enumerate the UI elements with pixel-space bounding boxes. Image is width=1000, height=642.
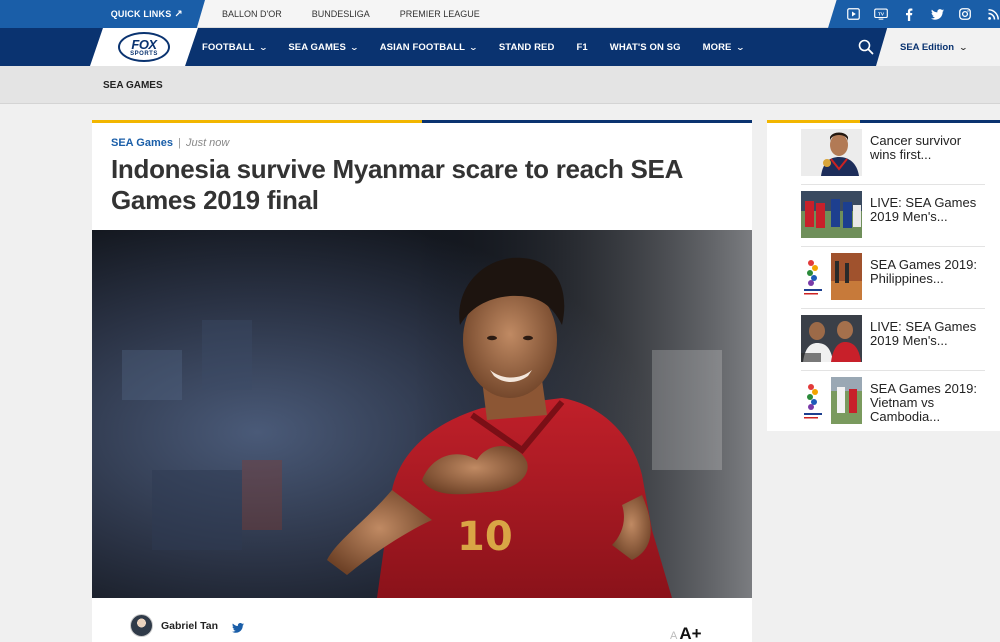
top-link-premier-league[interactable]: PREMIER LEAGUE: [400, 9, 480, 19]
section-bar: SEA GAMES: [0, 66, 1000, 104]
nav-item-label: F1: [576, 41, 588, 53]
meta-separator: |: [178, 137, 181, 149]
top-strip: QUICK LINKS ↗ BALLON D'OR BUNDESLIGA PRE…: [0, 0, 1000, 28]
font-decrease-button[interactable]: A: [670, 630, 677, 642]
article-category-link[interactable]: SEA Games: [111, 137, 173, 149]
related-title: Cancer survivor wins first...: [870, 133, 962, 162]
top-link-ballon-dor[interactable]: BALLON D'OR: [222, 9, 282, 19]
related-sidebar: Cancer survivor wins first... LIVE: SEA …: [767, 120, 1000, 431]
font-increase-button[interactable]: A+: [679, 624, 701, 642]
edition-selector[interactable]: SEA Edition ⌄: [876, 28, 1000, 66]
logo-text-fox: FOX: [131, 36, 157, 52]
rss-icon[interactable]: [986, 7, 1000, 21]
tv-icon[interactable]: TV: [874, 7, 888, 21]
quick-links-label: QUICK LINKS: [110, 9, 172, 19]
related-thumbnail: [801, 253, 862, 300]
nav-item-sea-games[interactable]: SEA GAMES ⌄: [288, 41, 360, 53]
nav-item-label: ASIAN FOOTBALL: [379, 41, 466, 53]
logo-text-sports: SPORTS: [130, 50, 158, 57]
article-time: Just now: [185, 137, 230, 149]
article-card: SEA Games | Just now Indonesia survive M…: [92, 120, 752, 642]
search-icon[interactable]: [858, 39, 874, 55]
nav-item-label: STAND RED: [498, 41, 555, 53]
twitter-icon[interactable]: [930, 7, 944, 21]
nav-items: FOOTBALL ⌄ SEA GAMES ⌄ ASIAN FOOTBALL ⌄ STA…: [202, 28, 765, 66]
nav-item-football[interactable]: FOOTBALL ⌄: [202, 41, 268, 53]
related-thumbnail: [801, 191, 862, 238]
social-links: TV: [828, 0, 1000, 28]
svg-text:TV: TV: [878, 11, 885, 16]
nav-item-more[interactable]: MORE ⌄: [702, 41, 745, 53]
video-icon[interactable]: [846, 7, 860, 21]
author-name[interactable]: Gabriel Tan: [161, 620, 218, 632]
related-thumbnail: [801, 377, 862, 424]
section-link[interactable]: SEA GAMES: [103, 80, 163, 91]
instagram-icon[interactable]: [958, 7, 972, 21]
author-block: Gabriel Tan: [130, 614, 244, 637]
fox-sports-logo[interactable]: FOX SPORTS: [90, 28, 198, 66]
chevron-down-icon: ⌄: [468, 42, 479, 52]
logo-mark: FOX SPORTS: [118, 32, 170, 62]
nav-item-stand-red[interactable]: STAND RED: [499, 42, 555, 53]
related-item[interactable]: SEA Games 2019: Vietnam vs Cambodia...: [801, 371, 985, 433]
nav-item-label: FOOTBALL: [202, 41, 255, 53]
related-title: LIVE: SEA Games 2019 Men's...: [870, 195, 977, 224]
chevron-down-icon: ⌄: [349, 42, 360, 52]
facebook-icon[interactable]: [902, 7, 916, 21]
article-title: Indonesia survive Myanmar scare to reach…: [111, 154, 683, 215]
related-title: LIVE: SEA Games 2019 Men's...: [870, 319, 977, 348]
related-item[interactable]: LIVE: SEA Games 2019 Men's...: [801, 309, 985, 371]
twitter-icon[interactable]: [232, 620, 244, 633]
related-item[interactable]: Cancer survivor wins first...: [801, 123, 985, 185]
svg-text:10: 10: [457, 514, 513, 560]
related-item[interactable]: LIVE: SEA Games 2019 Men's...: [801, 185, 985, 247]
chevron-down-icon: ⌄: [735, 42, 745, 52]
related-title: SEA Games 2019: Philippines...: [870, 257, 977, 286]
related-thumbnail: [801, 129, 862, 176]
article-hero-image: 10: [92, 230, 752, 598]
article-meta: SEA Games | Just now: [111, 137, 229, 149]
chevron-down-icon: ⌄: [958, 42, 969, 52]
top-links: BALLON D'OR BUNDESLIGA PREMIER LEAGUE: [222, 0, 480, 28]
arrow-up-right-icon: ↗: [174, 8, 183, 20]
card-accent-bar: [92, 120, 752, 123]
nav-item-label: MORE: [702, 41, 732, 53]
top-link-bundesliga[interactable]: BUNDESLIGA: [312, 9, 370, 19]
related-title: SEA Games 2019: Vietnam vs Cambodia...: [870, 381, 977, 424]
nav-item-asian-football[interactable]: ASIAN FOOTBALL ⌄: [379, 41, 479, 53]
chevron-down-icon: ⌄: [258, 42, 268, 52]
author-avatar[interactable]: [130, 614, 153, 637]
nav-item-label: WHAT'S ON SG: [609, 41, 681, 53]
quick-links-button[interactable]: QUICK LINKS ↗: [0, 0, 205, 28]
nav-item-f1[interactable]: F1: [576, 42, 587, 53]
font-size-controls: A A+: [670, 624, 702, 642]
nav-item-whats-on-sg[interactable]: WHAT'S ON SG: [610, 42, 681, 53]
related-item[interactable]: SEA Games 2019: Philippines...: [801, 247, 985, 309]
edition-label: SEA Edition: [900, 41, 955, 53]
main-nav: FOX SPORTS FOOTBALL ⌄ SEA GAMES ⌄ ASIAN FO…: [0, 28, 1000, 66]
nav-item-label: SEA GAMES: [288, 41, 346, 53]
related-thumbnail: [801, 315, 862, 362]
